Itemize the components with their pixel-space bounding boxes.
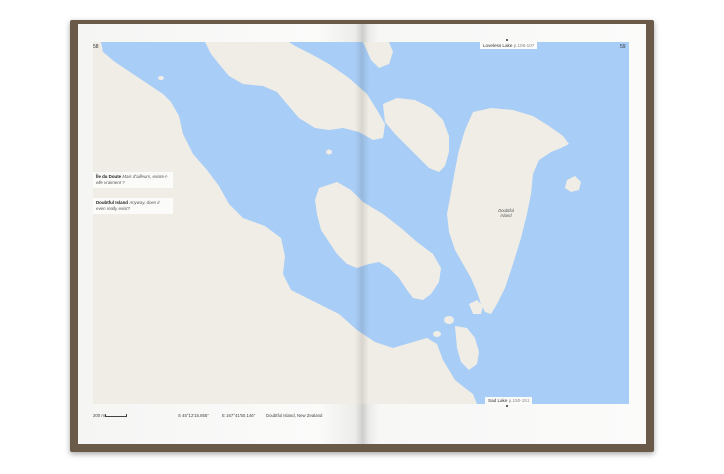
page-number-right: 59 (620, 44, 626, 50)
label-ile-du-doute: Île du Doute Mais d'ailleurs, existe-t-e… (93, 172, 173, 188)
nav-bottom-link[interactable]: Sad Lake p.150-151 (485, 397, 533, 404)
nav-top-name: Loveless Lake (483, 43, 513, 48)
nav-bottom-name: Sad Lake (488, 398, 508, 403)
islet-south-3 (433, 331, 441, 337)
footer-longitude: E 167°41'50.146" (222, 413, 256, 418)
map-island-label: Doubtful Island (498, 208, 514, 218)
nav-bottom-ref: p.150-151 (508, 398, 530, 403)
label-doubtful-island: Doubtful Island Anyway, does it even rea… (93, 198, 173, 214)
label-ile-du-doute-name: Île du Doute (96, 174, 122, 179)
nav-bottom-marker (506, 405, 508, 407)
page-number-left: 58 (93, 44, 99, 50)
footer-latitude: S 45°12'15.855" (178, 413, 209, 418)
label-doubtful-island-name: Doubtful Island (96, 200, 128, 205)
scale-bar (105, 414, 127, 417)
nav-top-link[interactable]: Loveless Lake p.106-107 (480, 42, 538, 49)
map-graphic (93, 42, 629, 404)
islet-south-1 (444, 316, 454, 324)
footer-scale-label: 200 m (93, 413, 105, 418)
nav-top-ref: p.106-107 (513, 43, 535, 48)
islet-northwest (158, 76, 164, 80)
islet-west (326, 149, 332, 155)
map (93, 42, 629, 404)
nav-top-marker (506, 39, 508, 41)
footer-place: Doubtful Island, New Zealand (266, 413, 323, 418)
